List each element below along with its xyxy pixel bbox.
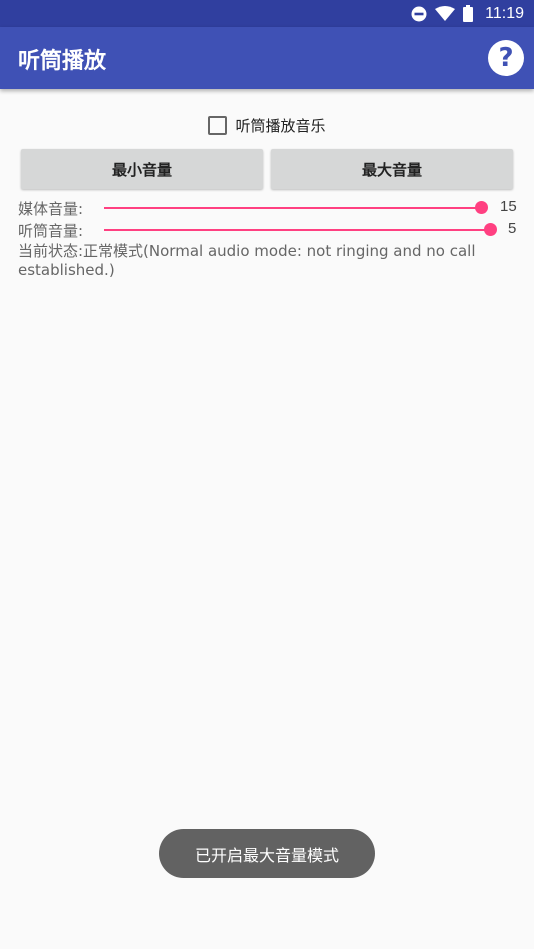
current-state-text: 当前状态:正常模式(Normal audio mode: not ringing… (18, 242, 476, 279)
media-volume-value: 15 (500, 198, 517, 215)
toast-message: 已开启最大音量模式 (159, 829, 375, 878)
min-volume-button[interactable]: 最小音量 (21, 149, 263, 189)
earpiece-volume-row: 听筒音量: 5 (18, 220, 518, 240)
earpiece-volume-slider-thumb[interactable] (484, 223, 497, 236)
help-icon: ? (498, 43, 514, 73)
max-volume-button[interactable]: 最大音量 (271, 149, 513, 189)
status-time: 11:19 (485, 4, 524, 22)
media-volume-label: 媒体音量: (18, 200, 84, 218)
media-volume-slider-thumb[interactable] (475, 201, 488, 214)
earpiece-play-checkbox-row[interactable]: 听筒播放音乐 (0, 114, 534, 136)
earpiece-volume-slider-track[interactable] (104, 229, 490, 231)
media-volume-slider-track[interactable] (104, 207, 481, 209)
earpiece-volume-label: 听筒音量: (18, 222, 84, 240)
earpiece-volume-value: 5 (508, 220, 517, 237)
status-bar: 11:19 (0, 0, 534, 27)
app-title: 听筒播放 (18, 49, 107, 74)
media-volume-row: 媒体音量: 15 (18, 198, 518, 218)
wifi-icon (435, 5, 456, 21)
help-button[interactable]: ? (488, 40, 524, 76)
earpiece-play-label[interactable]: 听筒播放音乐 (235, 115, 325, 136)
battery-icon (463, 5, 474, 22)
earpiece-play-checkbox[interactable] (208, 115, 228, 135)
app-bar: 听筒播放 ? (0, 27, 534, 89)
do-not-disturb-icon (411, 6, 427, 21)
